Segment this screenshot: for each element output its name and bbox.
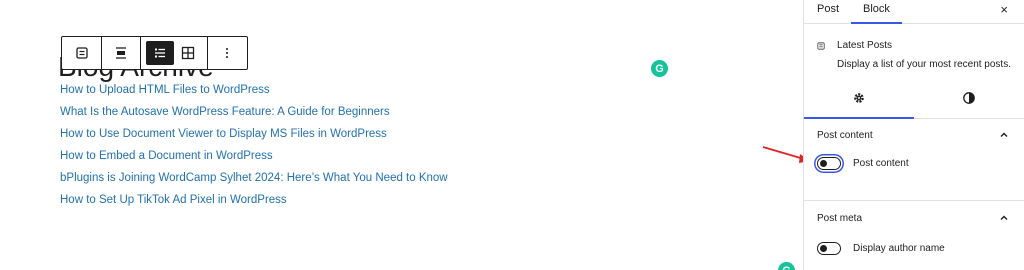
toolbar-separator xyxy=(140,36,141,70)
post-meta-panel-toggle[interactable]: Post meta xyxy=(804,202,1024,234)
latest-posts-icon xyxy=(817,42,825,50)
post-link[interactable]: bPlugins is Joining WordCamp Sylhet 2024… xyxy=(60,172,448,184)
panel-title: Post meta xyxy=(817,212,863,224)
tab-styles[interactable] xyxy=(914,77,1024,118)
list-item: What Is the Autosave WordPress Feature: … xyxy=(60,105,448,127)
author-name-toggle-row: Display author name xyxy=(804,236,1024,260)
list-item: How to Set Up TikTok Ad Pixel in WordPre… xyxy=(60,193,448,215)
post-content-panel: Post content Post content xyxy=(804,119,1024,201)
post-content-panel-toggle[interactable]: Post content xyxy=(804,119,1024,151)
post-meta-panel: Post meta Display author name xyxy=(804,202,1024,270)
editor-canvas: Blog Archive How to Upload HTML Files to… xyxy=(0,0,803,270)
post-link[interactable]: How to Set Up TikTok Ad Pixel in WordPre… xyxy=(60,194,287,206)
contrast-icon xyxy=(963,91,975,104)
panel-title: Post content xyxy=(817,129,873,141)
block-toolbar xyxy=(61,36,248,70)
toggle-label: Display author name xyxy=(853,242,945,254)
post-link[interactable]: How to Embed a Document in WordPress xyxy=(60,150,273,162)
list-view-icon xyxy=(155,48,165,58)
more-options-button[interactable] xyxy=(213,41,241,65)
chevron-up-icon xyxy=(1000,132,1008,137)
grammarly-icon[interactable]: G xyxy=(778,262,795,270)
post-content-toggle-row: Post content xyxy=(804,151,1024,175)
align-icon xyxy=(116,47,126,59)
tab-block[interactable]: Block xyxy=(851,0,902,24)
latest-posts-list: How to Upload HTML Files to WordPress Wh… xyxy=(60,83,448,215)
post-content-toggle[interactable] xyxy=(817,156,841,170)
list-item: bPlugins is Joining WordCamp Sylhet 2024… xyxy=(60,171,448,193)
author-name-toggle[interactable] xyxy=(817,241,841,255)
list-item: How to Embed a Document in WordPress xyxy=(60,149,448,171)
post-link[interactable]: What Is the Autosave WordPress Feature: … xyxy=(60,106,390,118)
gear-icon xyxy=(854,92,864,103)
toolbar-separator xyxy=(101,36,102,70)
align-button[interactable] xyxy=(107,41,135,65)
sidebar-tabs: Post Block × xyxy=(804,0,1024,24)
list-view-button[interactable] xyxy=(146,41,174,65)
post-link[interactable]: How to Upload HTML Files to WordPress xyxy=(60,84,270,96)
toggle-label: Post content xyxy=(853,157,909,169)
inspector-tabs xyxy=(804,77,1024,119)
more-options-icon xyxy=(226,48,228,58)
settings-sidebar: Post Block × Latest Posts Display a list… xyxy=(803,0,1024,270)
block-type-icon xyxy=(76,47,88,59)
toolbar-separator xyxy=(207,36,208,70)
grid-view-button[interactable] xyxy=(174,41,202,65)
tab-post[interactable]: Post xyxy=(804,0,851,24)
close-icon[interactable]: × xyxy=(1000,2,1008,17)
grid-view-icon xyxy=(181,46,195,60)
block-title: Latest Posts xyxy=(837,40,893,51)
block-type-button[interactable] xyxy=(68,41,96,65)
post-link[interactable]: How to Use Document Viewer to Display MS… xyxy=(60,128,387,140)
grammarly-icon[interactable]: G xyxy=(651,60,668,77)
list-item: How to Upload HTML Files to WordPress xyxy=(60,83,448,105)
list-item: How to Use Document Viewer to Display MS… xyxy=(60,127,448,149)
tab-settings[interactable] xyxy=(804,77,914,119)
chevron-up-icon xyxy=(1000,215,1008,220)
block-description: Display a list of your most recent posts… xyxy=(837,59,1011,70)
